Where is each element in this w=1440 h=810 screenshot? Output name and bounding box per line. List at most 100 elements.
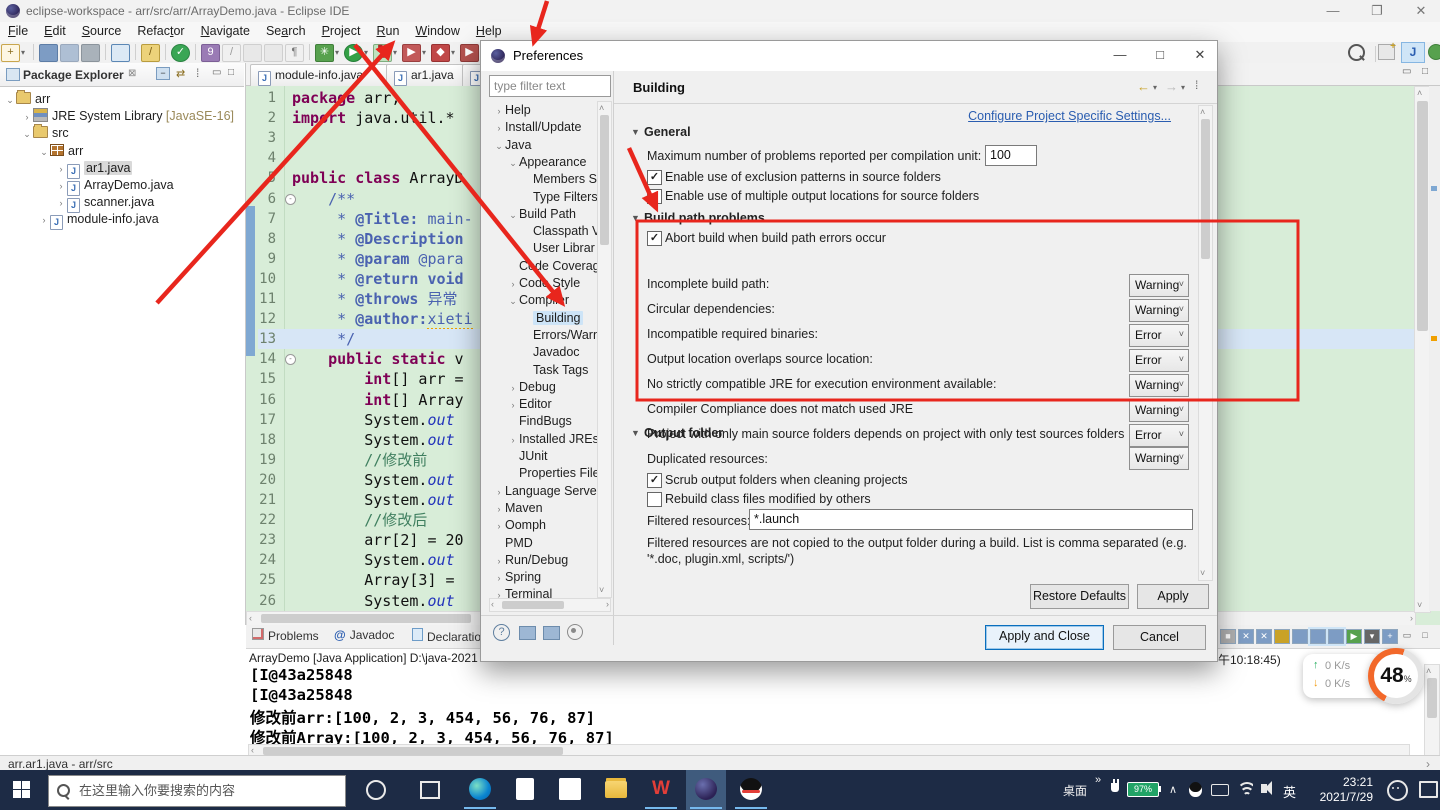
bpp-section-header[interactable]: Build path problems xyxy=(644,211,765,225)
remove-launch-icon[interactable]: ✕ xyxy=(1238,629,1254,644)
console-tab-problems[interactable]: Problems xyxy=(252,628,319,643)
expander-collapse-icon[interactable]: ⌄ xyxy=(507,207,519,224)
scroll-thumb[interactable] xyxy=(600,115,609,245)
debug-icon-dropdown[interactable]: ▾ xyxy=(335,48,343,57)
prefs-tree-javadoc[interactable]: Javadoc xyxy=(521,344,580,361)
run-external-icon-dropdown[interactable]: ▾ xyxy=(422,48,430,57)
max-problems-input[interactable]: 100 xyxy=(985,145,1037,166)
scroll-up-icon[interactable]: ˄ xyxy=(1200,106,1205,119)
expander-collapse-icon[interactable]: ⌄ xyxy=(21,126,33,143)
taskbar-app-eclipse-icon[interactable] xyxy=(686,770,726,810)
console-output[interactable]: [I@43a25848 [I@43a25848 修改前arr:[100, 2, 3,… xyxy=(250,666,1410,744)
prefs-tree-findbugs[interactable]: FindBugs xyxy=(507,413,572,430)
tree-item-scanner-java[interactable]: › Jscanner.java xyxy=(55,194,154,214)
console-vscrollbar[interactable]: ˄ xyxy=(1424,664,1440,758)
collapse-all-icon[interactable]: − xyxy=(156,67,170,80)
console-tab-declaration[interactable]: Declaration xyxy=(412,628,488,644)
taskbar-app-qq-icon[interactable] xyxy=(731,770,771,810)
profile-icon[interactable]: ◆ xyxy=(431,44,450,62)
cancel-button[interactable]: Cancel xyxy=(1113,625,1206,650)
expander-expand-icon[interactable]: › xyxy=(21,109,33,126)
expander-expand-icon[interactable]: › xyxy=(38,212,50,229)
copy-docs-icon[interactable] xyxy=(243,44,262,62)
clock[interactable]: 23:21 2021/7/29 xyxy=(1307,775,1373,805)
bpp-combo-3[interactable]: Error ˅ xyxy=(1129,349,1189,372)
bpp-combo-1[interactable]: Warning ˅ xyxy=(1129,299,1189,322)
expander-expand-icon[interactable]: › xyxy=(493,518,505,535)
forward-arrow-icon[interactable]: → xyxy=(1165,79,1178,94)
coverage-icon-dropdown[interactable]: ▾ xyxy=(393,48,401,57)
scroll-up-icon[interactable]: ˄ xyxy=(599,102,604,115)
package-explorer-title[interactable]: Package Explorer xyxy=(23,68,124,82)
expander-expand-icon[interactable]: › xyxy=(55,195,67,212)
window-minimize-button[interactable]: — xyxy=(1326,3,1340,19)
clear-console-icon[interactable] xyxy=(1292,629,1308,644)
run-icon[interactable]: ▶ xyxy=(344,44,363,62)
open-perspective-icon[interactable]: + xyxy=(1378,41,1396,60)
run-icon-dropdown[interactable]: ▾ xyxy=(364,48,372,57)
prefs-tree-type-filters[interactable]: Type Filters xyxy=(521,189,597,206)
minimize-view-icon[interactable]: ▭ xyxy=(212,67,221,78)
console-minimize-icon[interactable]: ▭ xyxy=(1400,629,1414,642)
taskbar-app-word-icon[interactable] xyxy=(505,770,545,810)
link-with-editor-icon[interactable]: ⇄ xyxy=(176,67,185,80)
prefs-tree-building[interactable]: Building xyxy=(521,310,584,327)
expander-collapse-icon[interactable]: ⌄ xyxy=(493,138,505,155)
import-icon[interactable] xyxy=(519,626,536,640)
editor-maximize-icon[interactable]: □ xyxy=(1422,66,1428,77)
expander-expand-icon[interactable]: › xyxy=(507,380,519,397)
ascii-art-icon[interactable]: / xyxy=(222,44,241,62)
expander-collapse-icon[interactable]: ⌄ xyxy=(4,92,16,109)
prefs-tree-install-update[interactable]: › Install/Update xyxy=(493,119,582,136)
prefs-tree-debug[interactable]: › Debug xyxy=(507,379,556,396)
help-icon[interactable]: ? xyxy=(493,624,510,641)
print-icon[interactable] xyxy=(81,44,100,62)
tree-item-ar1-java[interactable]: › Jar1.java xyxy=(55,160,133,179)
expander-expand-icon[interactable]: › xyxy=(55,178,67,195)
expander-collapse-icon[interactable]: ⌄ xyxy=(507,155,519,172)
input-language-indicator[interactable]: 英 xyxy=(1283,782,1296,801)
status-expand-icon[interactable]: › xyxy=(1426,757,1430,771)
wifi-icon[interactable] xyxy=(1237,782,1253,795)
bpp-combo-6[interactable]: Error ˅ xyxy=(1129,424,1189,447)
volume-icon[interactable] xyxy=(1261,781,1272,795)
window-close-button[interactable]: ✕ xyxy=(1414,3,1428,19)
debug-icon[interactable]: ✳ xyxy=(315,44,334,62)
rebuild-class-checkbox[interactable] xyxy=(647,492,662,507)
menu-search[interactable]: Search xyxy=(258,22,314,38)
expander-expand-icon[interactable]: › xyxy=(493,103,505,120)
editor-minimize-icon[interactable]: ▭ xyxy=(1402,66,1411,77)
bpp-combo-0[interactable]: Warning ˅ xyxy=(1129,274,1189,297)
prefs-tree-errors-warn[interactable]: Errors/Warn xyxy=(521,327,597,344)
task-view-icon[interactable] xyxy=(420,781,440,799)
remove-all-icon[interactable]: ✕ xyxy=(1256,629,1272,644)
section-twistie-icon[interactable]: ▼ xyxy=(631,213,641,223)
scroll-lock-icon[interactable] xyxy=(1310,629,1326,644)
display-console-icon[interactable]: ▶ xyxy=(1346,629,1362,644)
menu-navigate[interactable]: Navigate xyxy=(193,22,258,38)
menu-source[interactable]: Source xyxy=(74,22,130,38)
scroll-up-icon[interactable]: ˄ xyxy=(1417,87,1422,100)
bpp-combo-4[interactable]: Warning ˅ xyxy=(1129,374,1189,397)
prefs-tree-properties-file[interactable]: Properties File xyxy=(507,465,597,482)
section-twistie-icon[interactable]: ▼ xyxy=(631,428,641,438)
configure-project-specific-link[interactable]: Configure Project Specific Settings... xyxy=(968,109,1171,123)
prefs-tree-classpath-v[interactable]: Classpath V xyxy=(521,223,597,240)
action-center-icon[interactable] xyxy=(1419,781,1438,798)
doc-icon[interactable] xyxy=(264,44,283,62)
expander-expand-icon[interactable]: › xyxy=(507,397,519,414)
panel-vscrollbar[interactable]: ˄ ˅ xyxy=(1198,105,1213,581)
prefs-tree-junit[interactable]: JUnit xyxy=(507,448,547,465)
general-section-header[interactable]: General xyxy=(644,125,691,139)
scroll-left-icon[interactable]: ‹ xyxy=(249,612,252,625)
export-icon[interactable] xyxy=(543,626,560,640)
power-plug-icon[interactable] xyxy=(1111,779,1119,792)
qq-tray-icon[interactable] xyxy=(1189,782,1202,797)
search-flashlight-icon[interactable]: / xyxy=(141,44,160,62)
prefs-tree-run-debug[interactable]: › Run/Debug xyxy=(493,552,569,569)
filter-text-input[interactable]: type filter text xyxy=(489,75,611,97)
menu-help[interactable]: Help xyxy=(468,22,510,38)
menu-file[interactable]: File xyxy=(0,22,36,38)
expander-collapse-icon[interactable]: ⌄ xyxy=(38,144,50,161)
java-perspective-icon[interactable]: J xyxy=(1401,42,1425,63)
